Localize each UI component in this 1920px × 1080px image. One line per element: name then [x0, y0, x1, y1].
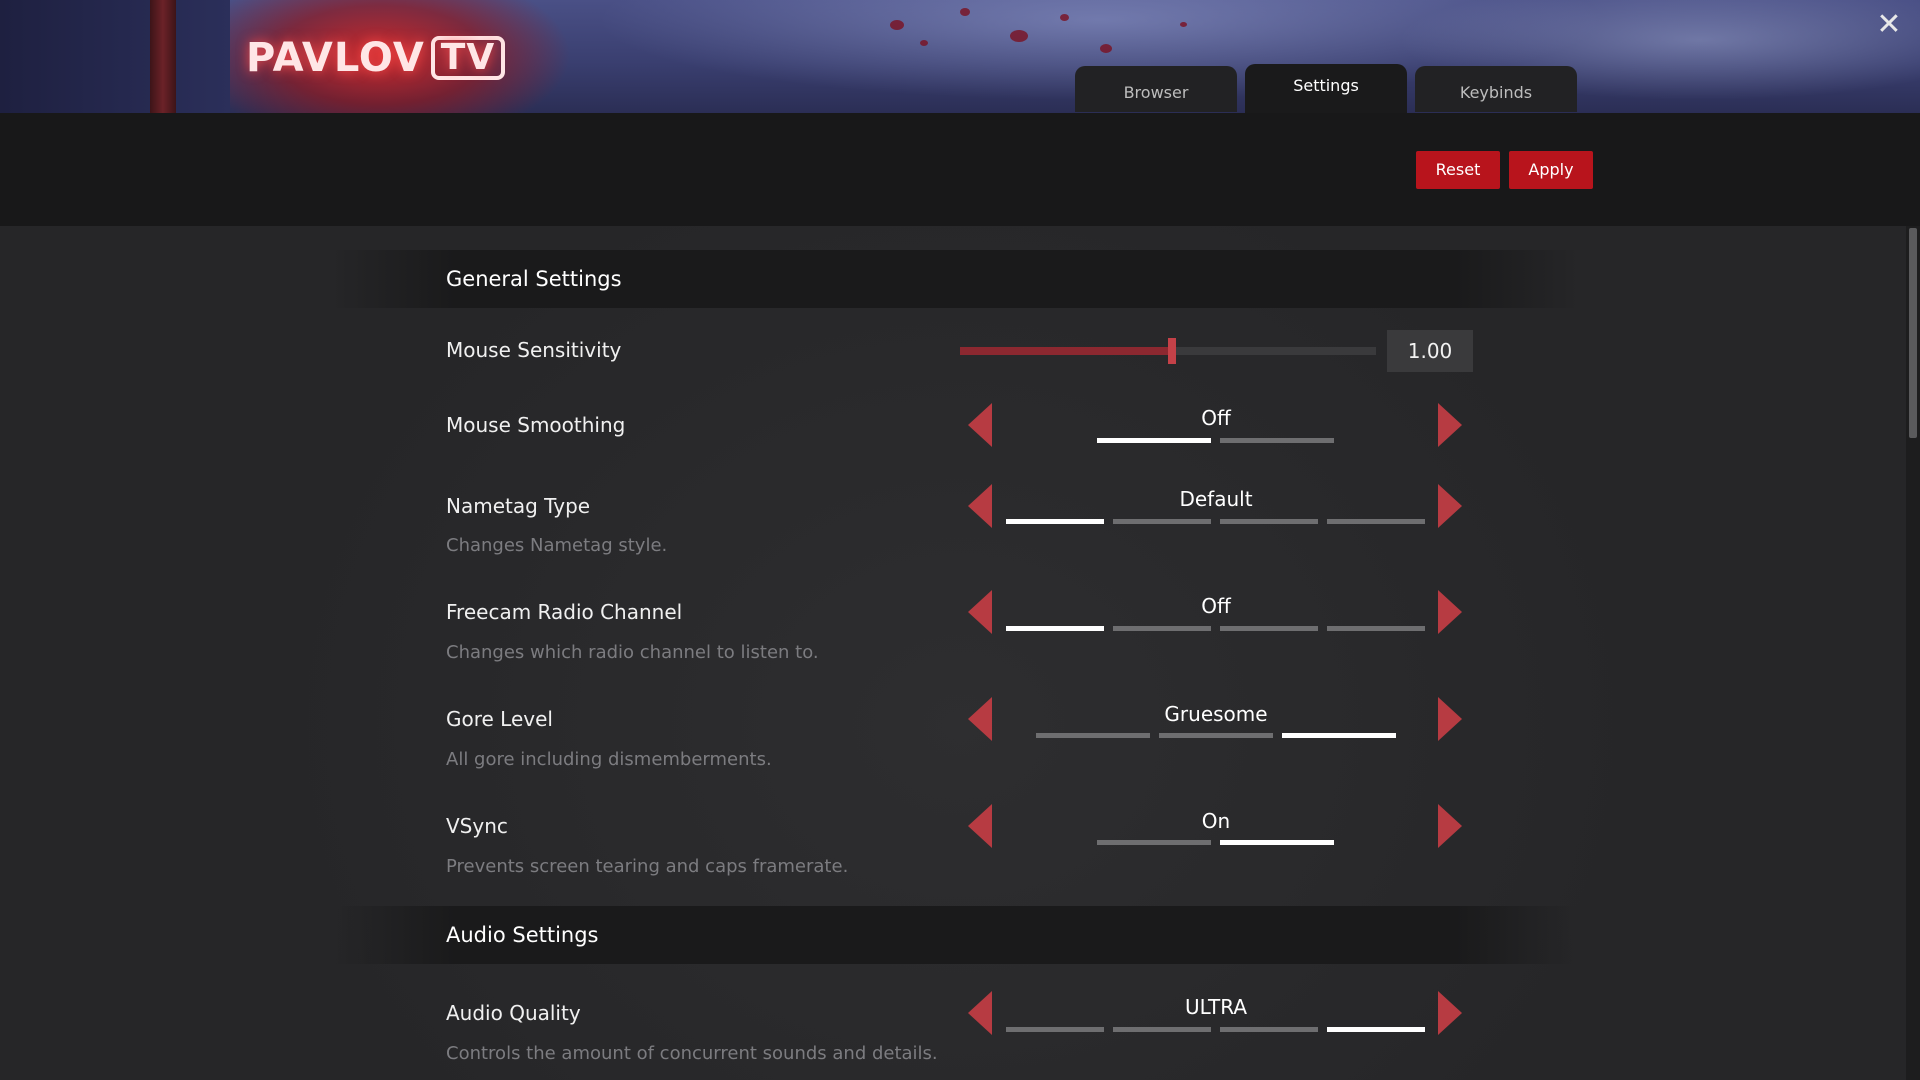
option-segment[interactable]	[1159, 733, 1273, 738]
option-segment-selected[interactable]	[1097, 438, 1211, 443]
vsync-value: On	[1201, 809, 1231, 833]
banner-post	[150, 0, 176, 113]
setting-label-audio-quality: Audio Quality	[446, 1001, 581, 1025]
setting-desc-vsync: Prevents screen tearing and caps framera…	[446, 856, 849, 877]
option-segment[interactable]	[1097, 840, 1211, 845]
mouse-sensitivity-slider-handle[interactable]	[1168, 338, 1176, 364]
gore-level-value: Gruesome	[1164, 702, 1268, 726]
setting-label-freecam-radio-channel: Freecam Radio Channel	[446, 600, 683, 624]
option-segment[interactable]	[1113, 626, 1211, 631]
tab-keybinds[interactable]: Keybinds	[1415, 66, 1577, 112]
scrollbar-thumb[interactable]	[1909, 228, 1917, 438]
audio-quality-next-arrow-icon[interactable]	[1438, 991, 1462, 1035]
section-title-general: General Settings	[446, 267, 622, 291]
nametag-type-value: Default	[1179, 487, 1253, 511]
option-segment[interactable]	[1327, 626, 1425, 631]
setting-desc-audio-quality: Controls the amount of concurrent sounds…	[446, 1043, 938, 1064]
option-segment[interactable]	[1006, 1027, 1104, 1032]
vsync-prev-arrow-icon[interactable]	[968, 804, 992, 848]
tab-settings[interactable]: Settings	[1245, 64, 1407, 113]
blood-splatter	[1010, 30, 1028, 42]
toolbar	[0, 113, 1920, 226]
freecam-radio-value: Off	[1201, 594, 1231, 618]
audio-quality-prev-arrow-icon[interactable]	[968, 991, 992, 1035]
vsync-next-arrow-icon[interactable]	[1438, 804, 1462, 848]
setting-label-vsync: VSync	[446, 814, 508, 838]
gore-level-next-arrow-icon[interactable]	[1438, 697, 1462, 741]
option-segment[interactable]	[1036, 733, 1150, 738]
nametag-type-prev-arrow-icon[interactable]	[968, 484, 992, 528]
logo-tv-badge: TV	[430, 36, 506, 80]
option-segment-selected[interactable]	[1220, 840, 1334, 845]
option-segment-selected[interactable]	[1327, 1027, 1425, 1032]
freecam-radio-next-arrow-icon[interactable]	[1438, 590, 1462, 634]
setting-desc-freecam-radio-channel: Changes which radio channel to listen to…	[446, 642, 819, 663]
section-title-audio: Audio Settings	[446, 923, 599, 947]
option-segment[interactable]	[1220, 438, 1334, 443]
option-segment[interactable]	[1113, 519, 1211, 524]
option-segment-selected[interactable]	[1006, 626, 1104, 631]
audio-quality-value: ULTRA	[1184, 995, 1247, 1019]
tab-browser[interactable]: Browser	[1075, 66, 1237, 112]
option-segment[interactable]	[1220, 626, 1318, 631]
mouse-sensitivity-slider-fill	[960, 347, 1172, 355]
nametag-type-next-arrow-icon[interactable]	[1438, 484, 1462, 528]
mouse-smoothing-value: Off	[1201, 406, 1231, 430]
freecam-radio-prev-arrow-icon[interactable]	[968, 590, 992, 634]
option-segment[interactable]	[1220, 519, 1318, 524]
mouse-smoothing-prev-arrow-icon[interactable]	[968, 403, 992, 447]
blood-splatter	[1100, 44, 1112, 53]
gore-level-prev-arrow-icon[interactable]	[968, 697, 992, 741]
mouse-sensitivity-value[interactable]: 1.00	[1387, 330, 1473, 372]
blood-splatter	[890, 20, 904, 30]
option-segment-selected[interactable]	[1006, 519, 1104, 524]
close-icon[interactable]: ✕	[1874, 10, 1904, 40]
apply-button[interactable]: Apply	[1509, 151, 1593, 189]
blood-splatter	[1060, 14, 1069, 21]
header-banner: PAVLOV TV ✕	[0, 0, 1920, 113]
option-segment[interactable]	[1113, 1027, 1211, 1032]
option-segment[interactable]	[1220, 1027, 1318, 1032]
setting-desc-nametag-type: Changes Nametag style.	[446, 535, 668, 556]
blood-splatter	[960, 8, 970, 16]
mouse-smoothing-next-arrow-icon[interactable]	[1438, 403, 1462, 447]
reset-button[interactable]: Reset	[1416, 151, 1500, 189]
app-logo: PAVLOV TV	[246, 35, 506, 81]
option-segment[interactable]	[1327, 519, 1425, 524]
option-segment-selected[interactable]	[1282, 733, 1396, 738]
banner-left-shadow	[0, 0, 230, 113]
setting-desc-gore-level: All gore including dismemberments.	[446, 749, 772, 770]
setting-label-nametag-type: Nametag Type	[446, 494, 591, 518]
logo-main-text: PAVLOV	[246, 35, 425, 81]
setting-label-mouse-smoothing: Mouse Smoothing	[446, 413, 626, 437]
setting-label-gore-level: Gore Level	[446, 707, 553, 731]
blood-splatter	[1180, 22, 1187, 27]
setting-label-mouse-sensitivity: Mouse Sensitivity	[446, 338, 622, 362]
blood-splatter	[920, 40, 928, 46]
